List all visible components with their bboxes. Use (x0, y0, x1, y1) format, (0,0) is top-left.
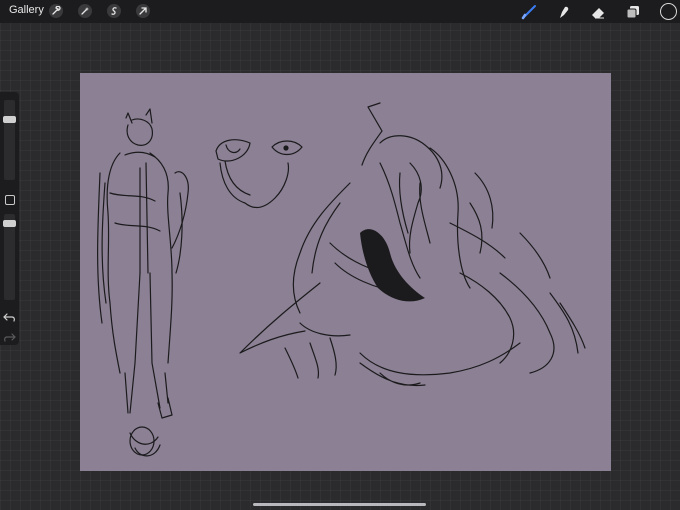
brush-size-slider-thumb[interactable] (3, 116, 16, 123)
brush-icon[interactable] (520, 3, 538, 21)
modify-button[interactable] (5, 195, 15, 205)
creature-sketch (239, 102, 586, 387)
undo-arrow-icon (3, 313, 15, 322)
layers-icon[interactable] (624, 3, 642, 21)
color-picker-button[interactable] (660, 3, 677, 20)
top-toolbar: Gallery (0, 0, 680, 23)
sketch-drawing (97, 102, 586, 457)
eraser-icon[interactable] (589, 3, 607, 21)
opacity-slider-thumb[interactable] (3, 220, 16, 227)
opacity-slider[interactable] (3, 214, 16, 300)
magic-wand-icon[interactable] (78, 4, 92, 18)
wrench-icon[interactable] (49, 4, 63, 18)
drawing-canvas[interactable] (80, 73, 611, 471)
smudge-icon[interactable] (555, 3, 573, 21)
eyes-study-sketch (215, 139, 303, 209)
home-indicator[interactable] (253, 503, 426, 506)
brush-size-slider[interactable] (3, 100, 16, 180)
redo-arrow-icon (4, 333, 16, 342)
left-sidebar (0, 92, 19, 345)
standing-figure-sketch (97, 108, 189, 457)
transform-arrow-icon[interactable] (136, 4, 150, 18)
shading-fill (360, 229, 425, 302)
redo-button[interactable] (3, 330, 16, 342)
selection-icon[interactable] (107, 4, 121, 18)
undo-button[interactable] (3, 310, 16, 322)
gallery-button[interactable]: Gallery (9, 4, 44, 16)
